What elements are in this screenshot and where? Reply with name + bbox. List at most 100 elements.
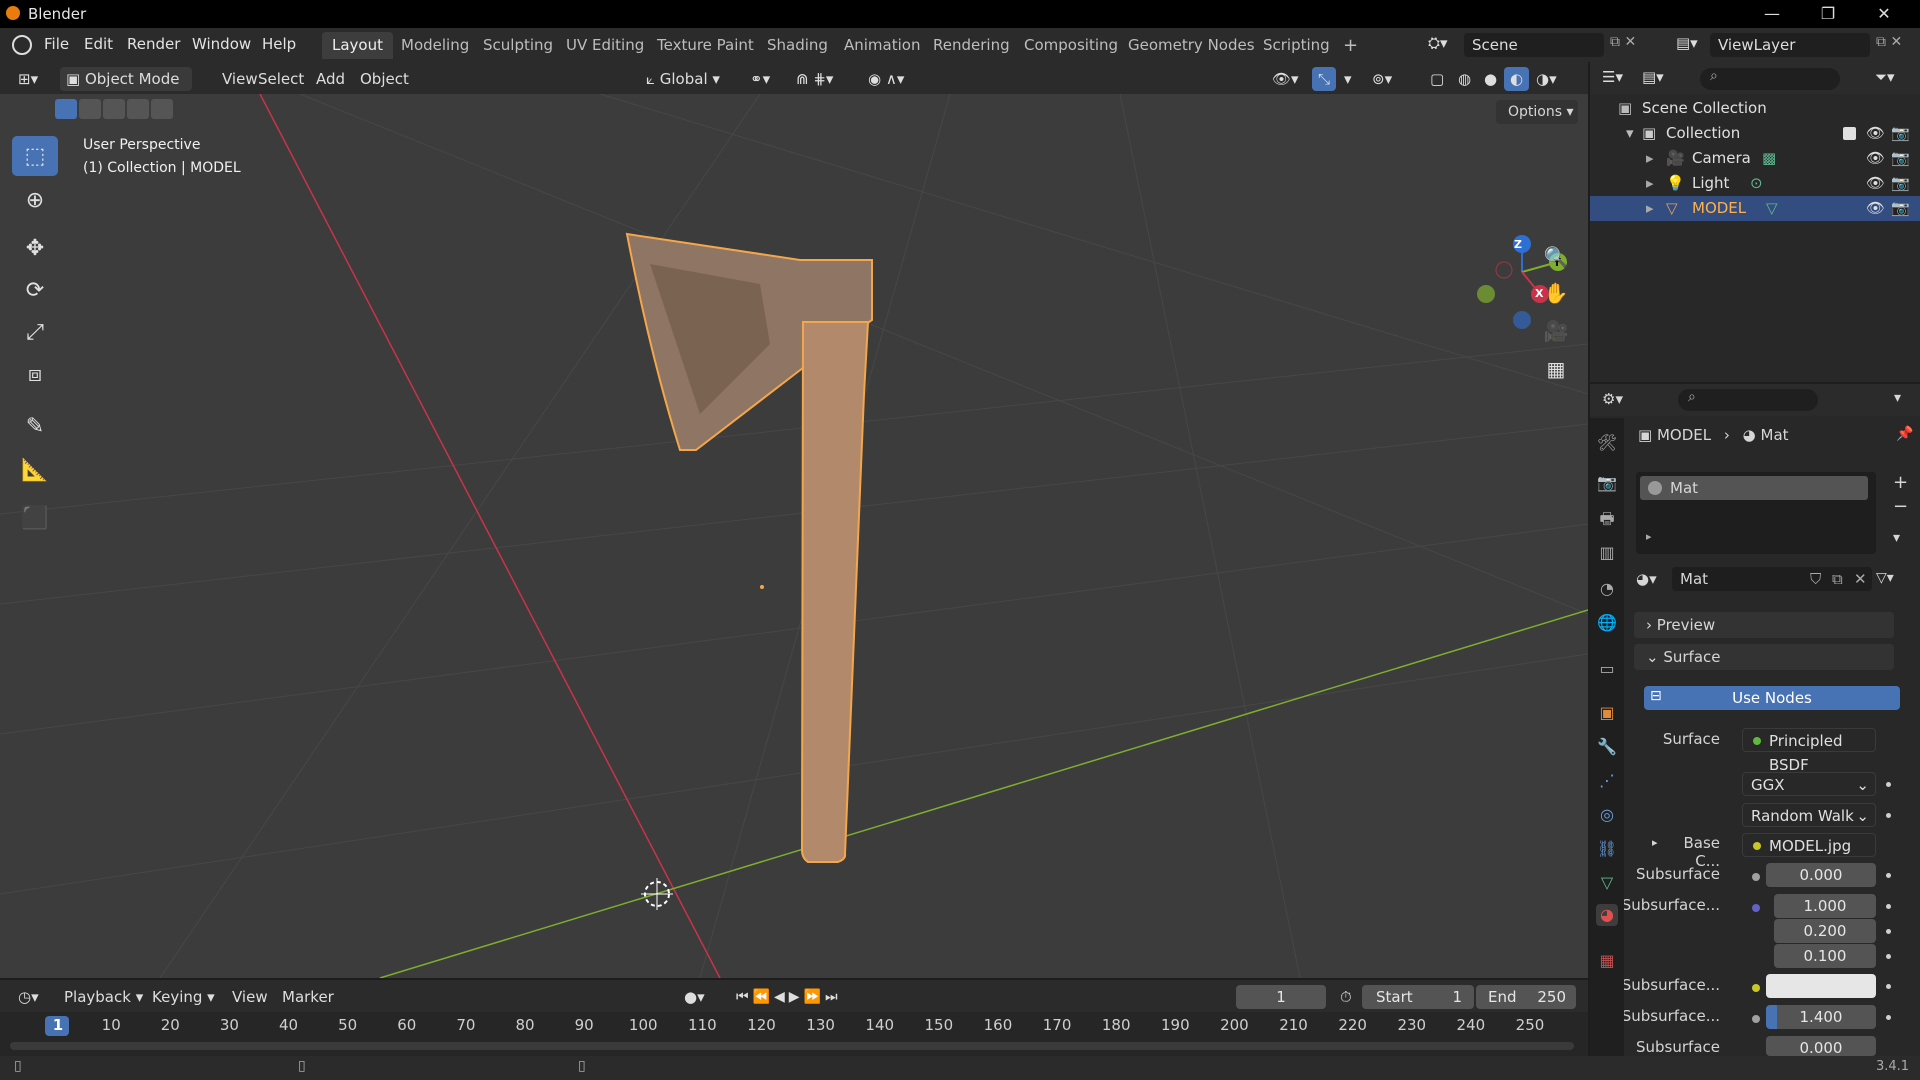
keyframe-dot[interactable]	[1886, 782, 1891, 787]
select-intersect-icon[interactable]	[151, 99, 173, 119]
add-cube-tool-icon[interactable]: ⬛	[12, 498, 58, 538]
properties-editor-icon[interactable]: ⚙▾	[1602, 390, 1623, 408]
outliner-item-model[interactable]: ▸ ▽ MODEL ▽ 👁 📷	[1590, 196, 1920, 221]
tab-layout[interactable]: Layout	[322, 32, 393, 59]
camera-data-icon[interactable]: ▩	[1762, 146, 1776, 171]
playback-controls[interactable]: ⏮⏪◀▶⏩⏭	[730, 985, 848, 1009]
restore-button[interactable]: ❐	[1800, 0, 1856, 28]
remove-slot-button[interactable]: −	[1893, 496, 1908, 517]
object-tab-icon[interactable]: ▣	[1596, 702, 1618, 724]
keyframe-dot[interactable]	[1886, 904, 1891, 909]
start-frame-field[interactable]: Start 1	[1362, 985, 1474, 1009]
base-color-field[interactable]: MODEL.jpg	[1742, 833, 1876, 857]
material-tab-icon[interactable]: ◕	[1596, 904, 1618, 926]
browse-material-icon[interactable]: ◕▾	[1636, 570, 1657, 588]
keyframe-dot[interactable]	[1886, 813, 1891, 818]
fake-user-icon[interactable]: ⛉	[1810, 567, 1821, 591]
select-extend-icon[interactable]	[79, 99, 101, 119]
menu-add[interactable]: Add	[310, 67, 351, 91]
material-slot-mat[interactable]: Mat	[1640, 476, 1868, 500]
outliner-scene-collection[interactable]: ▣ Scene Collection	[1590, 96, 1920, 121]
view-layer-tab-icon[interactable]: ▥	[1596, 542, 1618, 564]
zoom-icon[interactable]: 🔍	[1538, 240, 1574, 274]
end-frame-field[interactable]: End 250	[1476, 985, 1576, 1009]
menu-help[interactable]: Help	[262, 35, 296, 53]
filter-icon[interactable]: ⏷▾	[1875, 68, 1895, 86]
rotate-tool-icon[interactable]: ⟳	[12, 270, 58, 310]
options-dropdown[interactable]: Options ▾	[1496, 100, 1578, 124]
constraints-tab-icon[interactable]: ⛓	[1596, 838, 1618, 860]
keyframe-dot[interactable]	[1886, 984, 1891, 989]
panel-surface[interactable]: ⌄ Surface	[1634, 644, 1894, 670]
current-frame-field[interactable]: 1	[1236, 985, 1326, 1009]
view-layer-icon[interactable]: ▤▾	[1676, 34, 1698, 52]
outliner-editor-icon[interactable]: ☰▾	[1602, 68, 1623, 86]
solid-shading-icon[interactable]: ●	[1478, 67, 1503, 91]
add-slot-button[interactable]: +	[1893, 472, 1908, 493]
subsurface-ior-field[interactable]: 1.400	[1766, 1005, 1876, 1029]
scene-tab-icon[interactable]: ◔	[1596, 578, 1618, 600]
xray-icon[interactable]: ▢	[1424, 67, 1450, 91]
expand-arrow-icon[interactable]: ▸	[1652, 836, 1658, 849]
keyframe-dot[interactable]	[1886, 954, 1891, 959]
display-mode-icon[interactable]: ▤▾	[1642, 68, 1664, 86]
pan-icon[interactable]: ✋	[1538, 276, 1574, 310]
tab-uv-editing[interactable]: UV Editing	[556, 32, 654, 59]
expand-arrow-icon[interactable]: ▸	[1646, 171, 1654, 196]
visibility-icon[interactable]: 👁▾	[1266, 67, 1305, 91]
keyframe-dot[interactable]	[1886, 929, 1891, 934]
menu-timeline-view[interactable]: View	[226, 985, 274, 1009]
wireframe-shading-icon[interactable]: ◍	[1452, 67, 1477, 91]
new-scene-icon[interactable]: ⧉ ✕	[1610, 34, 1636, 50]
outliner-search-input[interactable]: ⌕	[1700, 68, 1840, 90]
menu-marker[interactable]: Marker	[276, 985, 340, 1009]
keyframe-dot[interactable]	[1886, 873, 1891, 878]
render-camera-icon[interactable]: 📷	[1891, 196, 1910, 221]
properties-options-icon[interactable]: ▾	[1894, 390, 1901, 406]
menu-select[interactable]: Select	[252, 67, 310, 91]
proportional-edit-icon[interactable]: ◉ ∧▾	[862, 67, 910, 91]
transform-orientation-dropdown[interactable]: ⟀ Global ▾	[640, 67, 732, 91]
visibility-eye-icon[interactable]: 👁	[1866, 171, 1885, 196]
gizmo-dropdown-icon[interactable]: ▾	[1338, 67, 1358, 91]
modifier-tab-icon[interactable]: 🔧	[1596, 736, 1618, 758]
add-workspace-button[interactable]: +	[1333, 32, 1368, 59]
expand-arrow-icon[interactable]: ▸	[1646, 146, 1654, 171]
tab-rendering[interactable]: Rendering	[923, 32, 1020, 59]
outliner-collection[interactable]: ▾ ▣ Collection 👁 📷	[1590, 121, 1920, 146]
minimize-button[interactable]: —	[1744, 0, 1800, 28]
tool-tab-icon[interactable]: 🛠	[1596, 432, 1618, 454]
outliner-item-light[interactable]: ▸ 💡 Light ⊙ 👁 📷	[1590, 171, 1920, 196]
data-tab-icon[interactable]: ▽	[1596, 872, 1618, 894]
properties-search-input[interactable]: ⌕	[1678, 389, 1818, 411]
ortho-toggle-icon[interactable]: ▦	[1538, 352, 1574, 386]
particles-tab-icon[interactable]: ⋰	[1596, 770, 1618, 792]
scale-tool-icon[interactable]: ⤢	[12, 312, 58, 352]
unlink-material-icon[interactable]: ✕	[1854, 567, 1867, 591]
mesh-data-icon[interactable]: ▽	[1766, 196, 1778, 221]
output-tab-icon[interactable]: 🖶	[1596, 508, 1618, 530]
keyframe-dot[interactable]	[1886, 1015, 1891, 1020]
expand-arrow-icon[interactable]: ▸	[1646, 196, 1654, 221]
snap-icon[interactable]: ⋒ ⋕▾	[790, 67, 839, 91]
select-new-icon[interactable]	[55, 99, 77, 119]
subsurface-radius-z-field[interactable]: 0.100	[1774, 944, 1876, 968]
subsurface-method-dropdown[interactable]: Random Walk ⌄	[1742, 803, 1876, 827]
rendered-shading-icon[interactable]: ◑▾	[1530, 67, 1563, 91]
tab-sculpting[interactable]: Sculpting	[473, 32, 563, 59]
subsurface-aniso-field[interactable]: 0.000	[1766, 1036, 1876, 1056]
timeline-scrollbar[interactable]	[10, 1042, 1574, 1050]
light-data-icon[interactable]: ⊙	[1750, 171, 1763, 196]
panel-preview[interactable]: › Preview	[1634, 612, 1894, 638]
scene-selector-icon[interactable]: ⛭▾	[1428, 34, 1458, 56]
select-invert-icon[interactable]	[127, 99, 149, 119]
tab-texture-paint[interactable]: Texture Paint	[647, 32, 764, 59]
visibility-eye-icon[interactable]: 👁	[1866, 121, 1885, 146]
texture-tab-icon[interactable]: ▦	[1596, 950, 1618, 972]
tab-geometry-nodes[interactable]: Geometry Nodes	[1118, 32, 1265, 59]
expand-arrow-icon[interactable]: ▸	[1646, 530, 1652, 543]
view-layer-field[interactable]: ViewLayer	[1710, 33, 1870, 57]
preview-range-icon[interactable]: ⏱	[1334, 985, 1358, 1009]
distribution-dropdown[interactable]: GGX ⌄	[1742, 772, 1876, 796]
scene-name-field[interactable]: Scene	[1464, 33, 1604, 57]
